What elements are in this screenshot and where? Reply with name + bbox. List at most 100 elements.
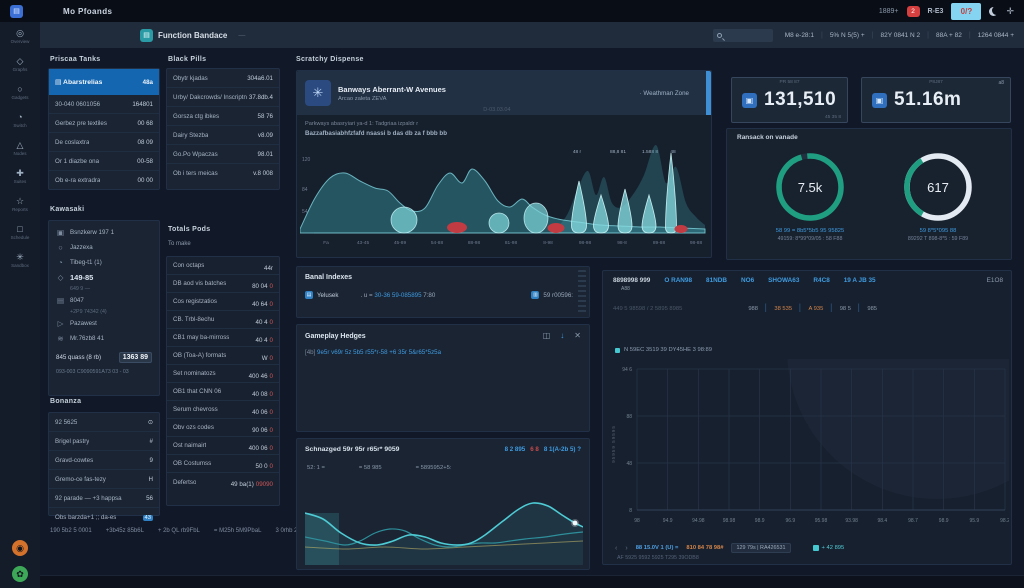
filter-chip-0[interactable]: 988 — [748, 306, 758, 312]
download-icon[interactable]: ↓ — [560, 331, 564, 340]
gauge-link[interactable]: 58 99 = 8b5*5b5 95 95825 — [776, 228, 845, 234]
priscaa-row[interactable]: ▤ Abarstrelias48a — [49, 69, 159, 95]
cta-button[interactable]: 0/? — [951, 3, 981, 20]
item-icon: ≋ — [56, 334, 65, 343]
totals-pods-row[interactable]: Serum chevross40 060 — [167, 401, 279, 419]
menu-item-4[interactable]: SHOWA63 — [768, 277, 799, 284]
footer-link-3[interactable]: = M25h 5M9PbaL — [214, 528, 262, 534]
index-right-label: 59 r00596: — [543, 292, 573, 299]
totals-pods-row[interactable]: Set nominatozs400 460 — [167, 365, 279, 383]
sidebar-item-overview[interactable]: ◎Overview — [0, 22, 40, 50]
totals-pods-row[interactable]: OB Costumss50 00 — [167, 455, 279, 473]
prev-page-button[interactable]: ‹ — [615, 545, 617, 552]
wave-label-0: 52: 1 = — [307, 465, 325, 471]
totals-pods-row[interactable]: Con octaps44r — [167, 257, 279, 275]
priscaa-row[interactable]: Ob e-ra extradra00 00 — [49, 171, 159, 190]
totals-pods-row[interactable]: CB1 may ba-mirross40 40 — [167, 329, 279, 347]
toolbar-control-2[interactable]: 82Y 0841 N 2 — [881, 32, 921, 39]
sidebar-item-graphs[interactable]: ◇Graphs — [0, 50, 40, 78]
menu-item-6[interactable]: 19 A JB 35 — [844, 277, 876, 284]
kawasaki-highlight-row[interactable]: 845 quass (8 rb) 1363 89 — [49, 350, 159, 365]
kawasaki-item[interactable]: ▷Pazawest — [49, 316, 159, 331]
tab-function-bandace[interactable]: ▤ Function Bandace — — [140, 29, 245, 42]
filter-chip-1[interactable]: 38 535 — [774, 306, 792, 312]
totals-pods-row[interactable]: OB (Toa-A) formatsW0 — [167, 347, 279, 365]
row-value: 304a6.01 — [247, 75, 273, 82]
bonanza-row[interactable]: 92 parade — +3 happsa56 — [49, 489, 159, 508]
sidebar-item-schedule[interactable]: □Schedule — [0, 218, 40, 246]
gauge-link[interactable]: 59 8*5*095 88 — [920, 228, 957, 234]
totals-pods-row[interactable]: Obv ozs codes90 060 — [167, 419, 279, 437]
totals-pods-row[interactable]: Ost naimairt400 060 — [167, 437, 279, 455]
kawasaki-item[interactable]: ○Jazzexa — [49, 240, 159, 255]
extension-icon[interactable]: ✿ — [12, 566, 28, 582]
menu-item-last[interactable]: E1O8 — [987, 277, 1003, 284]
totals-pods-list: Con octaps44rDB aod vis batches80 040Cos… — [166, 256, 280, 506]
footer-link-1[interactable]: +3b45z 85b6L — [106, 528, 144, 534]
totals-pods-row[interactable]: Cos registzatios40 640 — [167, 293, 279, 311]
totals-pods-row[interactable]: OB1 that CNN 0640 080 — [167, 383, 279, 401]
footer-link-0[interactable]: 190 5b2 5 0001 — [50, 528, 92, 534]
black-pills-row[interactable]: Gorsza ctg ibkes58 76 — [167, 107, 279, 126]
kawasaki-item[interactable]: ▣Bsnzkerw 197 1 — [49, 225, 159, 240]
sidebar-item-gadgets[interactable]: ○Gadgets — [0, 78, 40, 106]
kawasaki-item[interactable]: ◔Tibeg-t1 (1) — [49, 255, 159, 270]
toolbar-control-3[interactable]: 88A + 82 — [936, 32, 962, 39]
scrollbar[interactable] — [578, 270, 586, 314]
black-pills-row[interactable]: Obytr kjadas304a6.01 — [167, 69, 279, 88]
stat-card-1[interactable]: PR 58 87 ▣ 131,510 45 35 8 — [731, 77, 848, 123]
priscaa-row[interactable]: 30-040 0601056164801 — [49, 95, 159, 114]
menu-item-2[interactable]: 81NDB — [706, 277, 727, 284]
menu-item-3[interactable]: NO6 — [741, 277, 754, 284]
totals-pods-row[interactable]: DB aod vis batches80 040 — [167, 275, 279, 293]
bonanza-row[interactable]: 92 5625⊙ — [49, 413, 159, 432]
alert-badge[interactable]: 2 — [907, 6, 920, 17]
index-link[interactable]: 30-36 59-085895 — [374, 292, 421, 299]
toolbar-control-0[interactable]: M8 e-28:1 — [785, 32, 814, 39]
menu-item-5[interactable]: R4C8 — [813, 277, 829, 284]
kawasaki-item[interactable]: ≋Mr.76zb8 41 — [49, 331, 159, 346]
priscaa-row[interactable]: Or 1 diazbe ona00-58 — [49, 152, 159, 171]
kawasaki-item[interactable]: ▤8047 — [49, 293, 159, 308]
next-page-button[interactable]: › — [625, 545, 627, 552]
index-icon-2[interactable]: ▥ — [531, 291, 539, 299]
sidebar-item-sandbox[interactable]: ✳Sandbox — [0, 246, 40, 274]
stat-card-2[interactable]: P8J87 ▣ 51.16m a8 — [861, 77, 1011, 123]
priscaa-row[interactable]: Gerbez pre textiles00 68 — [49, 114, 159, 133]
filter-chip-4[interactable]: 985 — [867, 306, 877, 312]
sidebar-item-suites[interactable]: ✚Suites — [0, 162, 40, 190]
add-icon[interactable]: ✛ — [1006, 6, 1014, 17]
bonanza-row[interactable]: Gremo-ce fas-tezyH — [49, 470, 159, 489]
hero-zone-label[interactable]: · Weathman Zone — [640, 90, 697, 97]
sidebar-item-switch[interactable]: ◔Switch — [0, 106, 40, 134]
index-icon[interactable]: ▤ — [305, 291, 313, 299]
totals-pods-row[interactable]: Defertso49 ba(1)09090 — [167, 473, 279, 491]
filter-chip-2[interactable]: A 935 — [808, 306, 823, 312]
sidebar-item-nodes[interactable]: △Nodes — [0, 134, 40, 162]
browser-icon[interactable]: ◉ — [12, 540, 28, 556]
bonanza-row[interactable]: Brigel pastry# — [49, 432, 159, 451]
black-pills-row[interactable]: Dairy Stezbav8.09 — [167, 126, 279, 145]
kawasaki-item[interactable]: ◇149-85 — [49, 270, 159, 285]
menu-item-0[interactable]: 8898998 999A88 — [613, 277, 650, 292]
toolbar-control-1[interactable]: 5% N 5(5) + — [830, 32, 865, 39]
black-pills-row[interactable]: Go.Po Wpaczas98.01 — [167, 145, 279, 164]
app-logo-icon[interactable]: ▤ — [10, 5, 23, 18]
toolbar-control-4[interactable]: 1264 0844 + — [978, 32, 1014, 39]
gameplay-link[interactable]: 9e5r v69r 5z 5b5 r55*r-58 +6 35r 5&r65*5… — [317, 349, 441, 356]
sidebar-item-reports[interactable]: ☆Reports — [0, 190, 40, 218]
bonanza-row[interactable]: Gravd-cowtes9 — [49, 451, 159, 470]
footer-link-2[interactable]: + 2b QL rb9FbL — [158, 528, 200, 534]
footer-blue-metric[interactable]: 88 15.0V 1 (U) = — [636, 545, 679, 551]
close-icon[interactable]: ✕ — [574, 331, 581, 340]
black-pills-row[interactable]: Urby/ Dakcrowds/ Inscriptn37.8db.4 — [167, 88, 279, 107]
priscaa-row[interactable]: De coslaxtra08 09 — [49, 133, 159, 152]
grid-icon[interactable]: ◫ — [543, 331, 551, 340]
dark-mode-icon[interactable] — [989, 7, 998, 16]
black-pills-row[interactable]: Ob i ters meicasv.8 008 — [167, 164, 279, 183]
bonanza-row[interactable]: Obs barzda+1 ;; da-es43 — [49, 508, 159, 527]
totals-pods-row[interactable]: CB. Trbl-8echu40 40 — [167, 311, 279, 329]
search-input[interactable] — [713, 29, 773, 42]
filter-chip-3[interactable]: 98 5 — [840, 306, 851, 312]
menu-item-1[interactable]: O RAN98 — [664, 277, 692, 284]
